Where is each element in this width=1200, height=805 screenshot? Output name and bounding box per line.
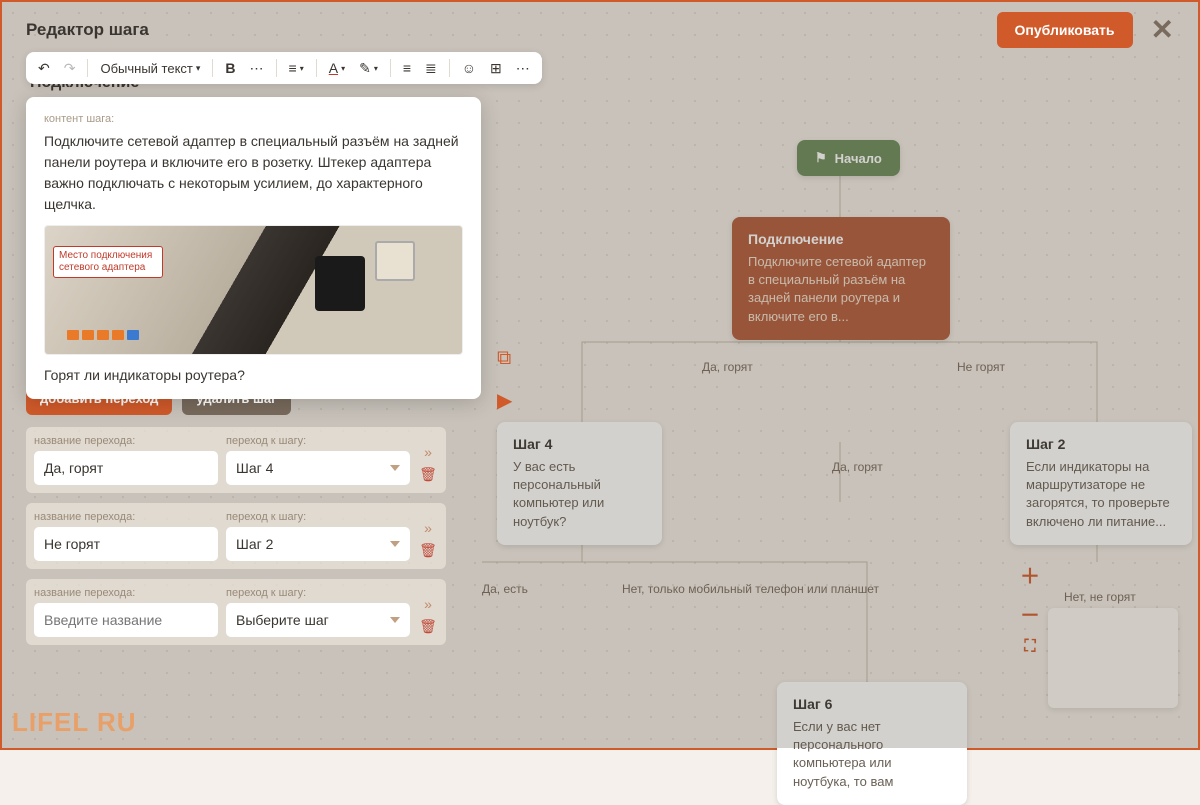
transition-target-label: переход к шагу:	[226, 587, 410, 599]
delete-icon[interactable]: 🗑	[418, 466, 438, 483]
transition-target-select[interactable]: Шаг 2	[226, 527, 410, 561]
text-color-icon[interactable]: A▾	[323, 56, 351, 80]
step-content-text[interactable]: Подключите сетевой адаптер в специальный…	[44, 131, 463, 215]
redo-icon[interactable]: ↷	[58, 56, 82, 81]
close-icon[interactable]: ✕	[1151, 13, 1174, 46]
more-icon[interactable]: ⋯	[510, 56, 536, 81]
logo: LIFEL RU	[12, 707, 137, 738]
transition-row: название перехода: переход к шагу: Выбер…	[26, 579, 446, 645]
transition-name-input[interactable]	[34, 451, 218, 485]
delete-icon[interactable]: 🗑	[418, 542, 438, 559]
move-icon[interactable]: »	[418, 520, 438, 536]
table-icon[interactable]: ⊞	[484, 56, 508, 81]
transition-name-label: название перехода:	[34, 511, 218, 523]
transition-target-select[interactable]: Шаг 4	[226, 451, 410, 485]
transition-target-select[interactable]: Выберите шаг	[226, 603, 410, 637]
transition-name-label: название перехода:	[34, 435, 218, 447]
transition-name-input[interactable]	[34, 527, 218, 561]
step-image[interactable]: Место подключения сетевого адаптера	[44, 225, 463, 355]
content-label: контент шага:	[44, 113, 463, 125]
ordered-list-icon[interactable]: ≡	[397, 56, 417, 80]
transition-name-input[interactable]	[34, 603, 218, 637]
move-icon[interactable]: »	[418, 444, 438, 460]
unordered-list-icon[interactable]: ≣	[419, 56, 443, 81]
delete-icon[interactable]: 🗑	[418, 618, 438, 635]
image-caption: Место подключения сетевого адаптера	[53, 246, 163, 278]
text-style-select[interactable]: Обычный текст ▾	[94, 57, 206, 80]
transition-name-label: название перехода:	[34, 587, 218, 599]
page-title: Редактор шага	[26, 20, 149, 40]
play-icon[interactable]: ▶	[497, 388, 512, 413]
transitions-area: добавить переход удалить шаг название пе…	[26, 382, 446, 655]
undo-icon[interactable]: ↶	[32, 56, 56, 81]
publish-button[interactable]: Опубликовать	[997, 12, 1133, 48]
transition-target-label: переход к шагу:	[226, 511, 410, 523]
duplicate-icon[interactable]: ⧉	[497, 347, 512, 370]
rich-text-toolbar: ↶ ↷ Обычный текст ▾ B ⋯ ≡▾ A▾ ✎▾ ≡ ≣ ☺ ⊞…	[26, 52, 542, 84]
emoji-icon[interactable]: ☺	[456, 56, 482, 80]
more-format-icon[interactable]: ⋯	[244, 56, 270, 81]
highlight-icon[interactable]: ✎▾	[353, 56, 384, 81]
transition-target-label: переход к шагу:	[226, 435, 410, 447]
transition-row: название перехода: переход к шагу: Шаг 2…	[26, 503, 446, 569]
transition-row: название перехода: переход к шагу: Шаг 4…	[26, 427, 446, 493]
align-icon[interactable]: ≡▾	[283, 56, 310, 80]
step-question[interactable]: Горят ли индикаторы роутера?	[44, 367, 463, 383]
bold-icon[interactable]: B	[219, 56, 241, 80]
step-editor-panel: контент шага: Подключите сетевой адаптер…	[26, 97, 481, 399]
move-icon[interactable]: »	[418, 596, 438, 612]
